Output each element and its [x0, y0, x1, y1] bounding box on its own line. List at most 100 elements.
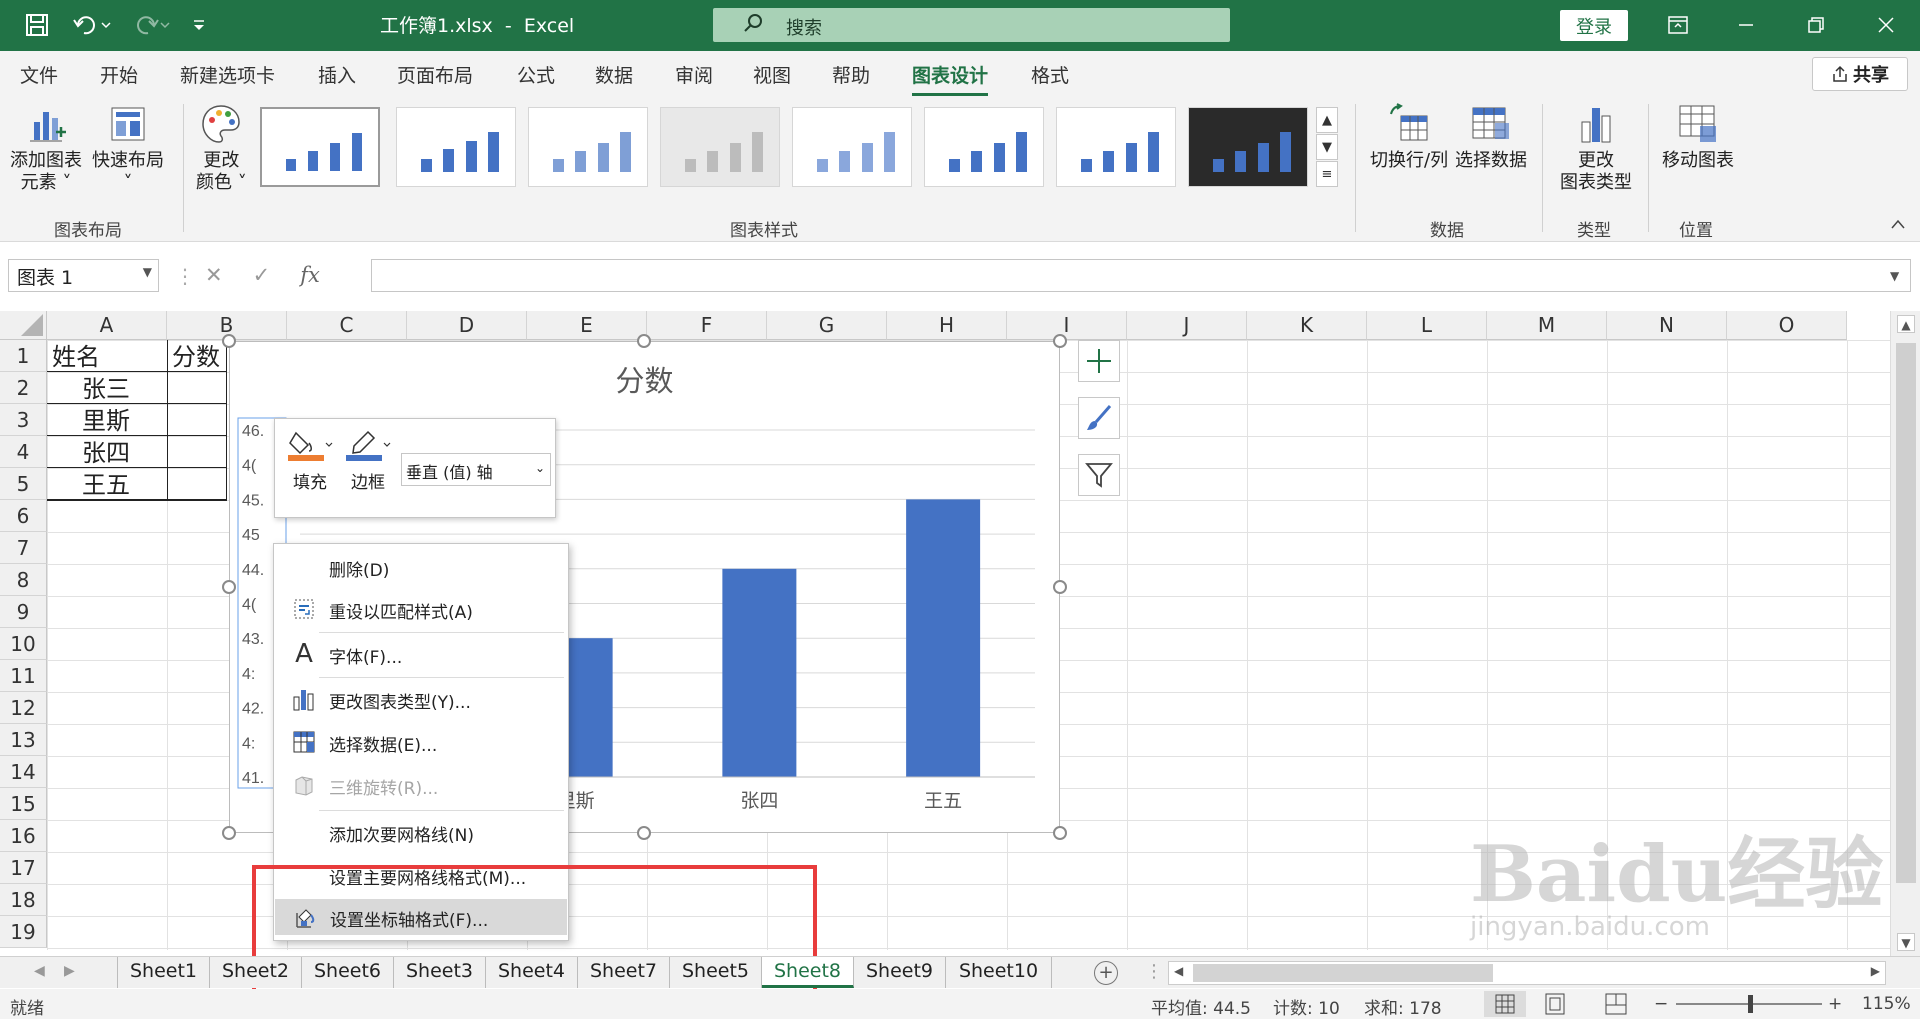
row-header[interactable]: 15 — [0, 788, 47, 820]
gallery-more-icon[interactable]: ≡ — [1316, 161, 1338, 187]
scroll-left-icon[interactable]: ◀ — [1174, 964, 1183, 978]
row-header[interactable]: 4 — [0, 436, 47, 468]
select-all-corner[interactable] — [0, 311, 47, 340]
menu-item-reset-style[interactable]: 重设以匹配样式(A) — [274, 591, 568, 627]
column-header[interactable]: J — [1127, 311, 1247, 340]
tab-chart-design[interactable]: 图表设计 — [912, 61, 989, 96]
row-header[interactable]: 17 — [0, 852, 47, 884]
resize-handle[interactable] — [637, 826, 651, 840]
menu-item-add-minor-gridlines[interactable]: 添加次要网格线(N) — [274, 814, 568, 850]
bar-3[interactable] — [906, 499, 981, 777]
tab-split-grip-icon[interactable]: ⋮ — [1145, 961, 1163, 982]
quick-layout-button[interactable]: 快速布局 ˅ — [92, 102, 164, 194]
border-button[interactable]: 边框 — [343, 429, 393, 493]
column-header[interactable]: G — [767, 311, 887, 340]
zoom-level[interactable]: 115% — [1862, 994, 1911, 1014]
redo-icon[interactable] — [128, 8, 172, 42]
column-header[interactable]: F — [647, 311, 767, 340]
row-header[interactable]: 19 — [0, 916, 47, 948]
cell-a2[interactable]: 张三 — [82, 373, 130, 405]
move-chart-button[interactable]: 移动图表 — [1662, 102, 1734, 172]
select-data-button[interactable]: 选择数据 — [1455, 102, 1527, 172]
sheet-tab-sheet2[interactable]: Sheet2 — [210, 957, 302, 988]
resize-handle[interactable] — [637, 334, 651, 348]
status-average[interactable]: 平均值: 44.5 — [1151, 994, 1251, 1019]
insert-function-icon[interactable]: fx — [300, 263, 320, 287]
row-header[interactable]: 10 — [0, 628, 47, 660]
row-header[interactable]: 7 — [0, 532, 47, 564]
tab-format[interactable]: 格式 — [1031, 61, 1069, 88]
scroll-thumb[interactable] — [1896, 343, 1916, 883]
change-chart-type-button[interactable]: 更改 图表类型 — [1560, 102, 1632, 194]
chart-style-1[interactable] — [260, 107, 380, 187]
scroll-down-icon[interactable]: ▼ — [1897, 933, 1915, 951]
save-icon[interactable] — [22, 8, 52, 42]
undo-icon[interactable] — [70, 8, 114, 42]
zoom-slider-thumb[interactable] — [1748, 995, 1753, 1013]
resize-handle[interactable] — [1053, 580, 1067, 594]
resize-handle[interactable] — [222, 826, 236, 840]
tab-data[interactable]: 数据 — [595, 61, 633, 88]
expand-formula-icon[interactable]: ▼ — [1890, 269, 1899, 283]
page-layout-view-icon[interactable] — [1542, 991, 1568, 1019]
enter-icon[interactable]: ✓ — [253, 263, 271, 287]
next-sheet-icon[interactable]: ▶ — [64, 963, 75, 979]
row-header[interactable]: 6 — [0, 500, 47, 532]
status-sum[interactable]: 求和: 178 — [1364, 994, 1442, 1019]
row-header[interactable]: 11 — [0, 660, 47, 692]
fill-button[interactable]: 填充 — [285, 429, 335, 493]
row-header[interactable]: 13 — [0, 724, 47, 756]
close-icon[interactable] — [1866, 6, 1906, 44]
menu-item-change-chart-type[interactable]: 更改图表类型(Y)... — [274, 681, 568, 717]
sheet-tab-sheet8[interactable]: Sheet8 — [762, 957, 854, 988]
sheet-tab-sheet3[interactable]: Sheet3 — [394, 957, 486, 988]
column-header[interactable]: N — [1607, 311, 1727, 340]
search-box[interactable]: 搜索 — [713, 8, 1230, 42]
sheet-tab-sheet1[interactable]: Sheet1 — [118, 957, 210, 988]
column-header[interactable]: H — [887, 311, 1007, 340]
row-header[interactable]: 1 — [0, 340, 47, 372]
row-header[interactable]: 8 — [0, 564, 47, 596]
change-colors-button[interactable]: 更改 颜色 ˅ — [196, 102, 247, 194]
vertical-scrollbar[interactable]: ▲ ▼ — [1890, 311, 1920, 956]
column-header[interactable]: K — [1247, 311, 1367, 340]
sheet-tab-sheet6[interactable]: Sheet6 — [302, 957, 394, 988]
share-button[interactable]: 共享 — [1812, 57, 1908, 91]
tab-file[interactable]: 文件 — [20, 61, 58, 88]
cell-b1[interactable]: 分数 — [172, 341, 220, 373]
column-header[interactable]: E — [527, 311, 647, 340]
chart-styles-button[interactable] — [1078, 397, 1120, 439]
tab-help[interactable]: 帮助 — [832, 61, 870, 88]
column-header[interactable]: M — [1487, 311, 1607, 340]
tab-page-layout[interactable]: 页面布局 — [397, 61, 473, 88]
prev-sheet-icon[interactable]: ◀ — [34, 963, 45, 979]
column-header[interactable]: I — [1007, 311, 1127, 340]
bar-2[interactable] — [722, 568, 797, 777]
chevron-down-icon[interactable]: ▼ — [143, 265, 152, 279]
row-header[interactable]: 5 — [0, 468, 47, 500]
customize-qat-icon[interactable] — [188, 8, 210, 42]
login-button[interactable]: 登录 — [1560, 10, 1628, 41]
gallery-down-icon[interactable]: ▼ — [1316, 134, 1338, 160]
column-header[interactable]: O — [1727, 311, 1847, 340]
resize-handle[interactable] — [222, 334, 236, 348]
horizontal-scroll-thumb[interactable] — [1193, 964, 1493, 982]
zoom-out-icon[interactable]: − — [1654, 994, 1668, 1014]
tab-review[interactable]: 审阅 — [675, 61, 713, 88]
menu-item-font[interactable]: A 字体(F)... — [274, 636, 568, 672]
status-count[interactable]: 计数: 10 — [1273, 994, 1340, 1019]
tab-view[interactable]: 视图 — [753, 61, 791, 88]
chart-style-4[interactable] — [660, 107, 780, 187]
cell-a3[interactable]: 里斯 — [82, 405, 130, 437]
chart-filters-button[interactable] — [1078, 454, 1120, 496]
sheet-tab-sheet10[interactable]: Sheet10 — [946, 957, 1052, 988]
column-header[interactable]: C — [287, 311, 407, 340]
tab-formulas[interactable]: 公式 — [517, 61, 555, 88]
tab-insert[interactable]: 插入 — [318, 61, 356, 88]
gallery-up-icon[interactable]: ▲ — [1316, 107, 1338, 133]
cancel-icon[interactable]: ✕ — [205, 263, 223, 287]
chart-style-5[interactable] — [792, 107, 912, 187]
menu-item-select-data[interactable]: 选择数据(E)... — [274, 724, 568, 760]
chart-elements-button[interactable] — [1078, 340, 1120, 382]
add-chart-element-button[interactable]: 添加图表 元素 ˅ — [10, 102, 82, 194]
